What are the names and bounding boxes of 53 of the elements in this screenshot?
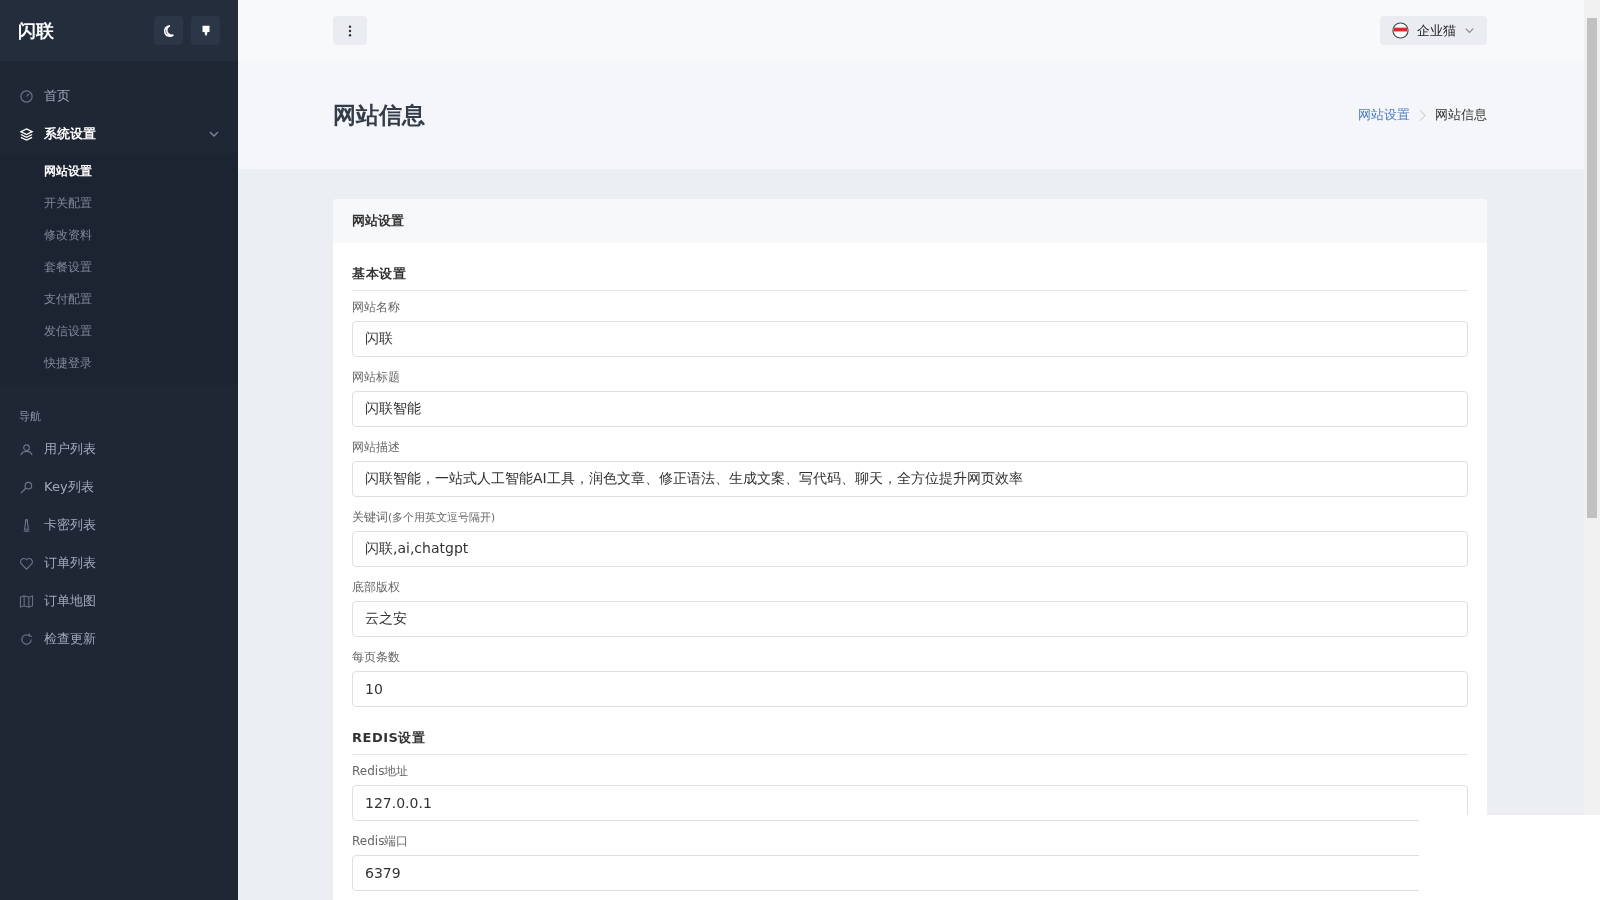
field-label: 每页条数 [352,649,401,666]
user-menu-button[interactable]: 企业猫 [1380,16,1487,45]
menu-item[interactable]: Key列表 [0,468,238,506]
menu-item[interactable]: 卡密列表 [0,506,238,544]
avatar-icon [1392,22,1409,39]
field-label: Redis地址 [352,763,410,780]
submenu-item[interactable]: 修改资料 [0,219,238,251]
map-icon [19,593,34,609]
submenu-item[interactable]: 快捷登录 [0,347,238,379]
field-label: 网站标题 [352,369,401,386]
user-icon [19,441,34,457]
page-title: 网站信息 [333,100,425,130]
input-field[interactable]: 闪联,ai,chatgpt [352,531,1468,567]
field-label: Redis端口 [352,833,410,850]
menu-item[interactable]: 用户列表 [0,430,238,468]
chevron-icon [1419,108,1426,122]
breadcrumb-link[interactable]: 网站设置 [1358,106,1410,124]
caret-icon [1464,25,1475,36]
submenu-item[interactable]: 开关配置 [0,187,238,219]
menu-item[interactable]: 系统设置 [0,115,238,153]
pin-button[interactable] [191,16,220,45]
input-field[interactable]: 云之安 [352,601,1468,637]
input-field[interactable]: 闪联智能，一站式人工智能AI工具，润色文章、修正语法、生成文案、写代码、聊天，全方位提升网页效率 [352,461,1468,497]
section-title: 基本设置 [352,255,1468,291]
submenu-item[interactable]: 网站设置 [0,155,238,187]
layers-icon [19,126,34,142]
menu-item[interactable]: 检查更新 [0,620,238,658]
logo: 闪联 [18,18,54,43]
key-icon [19,479,34,495]
card-title: 网站设置 [352,212,404,230]
submenu-item[interactable]: 套餐设置 [0,251,238,283]
field-label: 底部版权 [352,579,401,596]
menu-item[interactable]: 首页 [0,77,238,115]
section-heading: 导航 [18,409,42,425]
menu-item[interactable]: 订单列表 [0,544,238,582]
heart-icon [19,555,34,571]
submenu-item[interactable]: 发信设置 [0,315,238,347]
dark-mode-button[interactable] [154,16,183,45]
field-label: 关键词(多个用英文逗号隔开) [352,509,497,526]
more-icon [348,24,352,37]
input-field[interactable]: 闪联 [352,321,1468,357]
dashboard-icon [19,88,34,104]
breadcrumb-current: 网站信息 [1435,106,1487,124]
menu-item[interactable]: 订单地图 [0,582,238,620]
input-field[interactable]: 127.0.0.1 [352,785,1468,821]
input-field[interactable]: 10 [352,671,1468,707]
field-label: 网站描述 [352,439,401,456]
field-label: 网站名称 [352,299,401,316]
moon-icon [161,23,176,38]
submenu-item[interactable]: 支付配置 [0,283,238,315]
refresh-icon [19,631,34,647]
input-field[interactable]: 闪联智能 [352,391,1468,427]
section-title: REDIS设置 [352,719,1468,755]
